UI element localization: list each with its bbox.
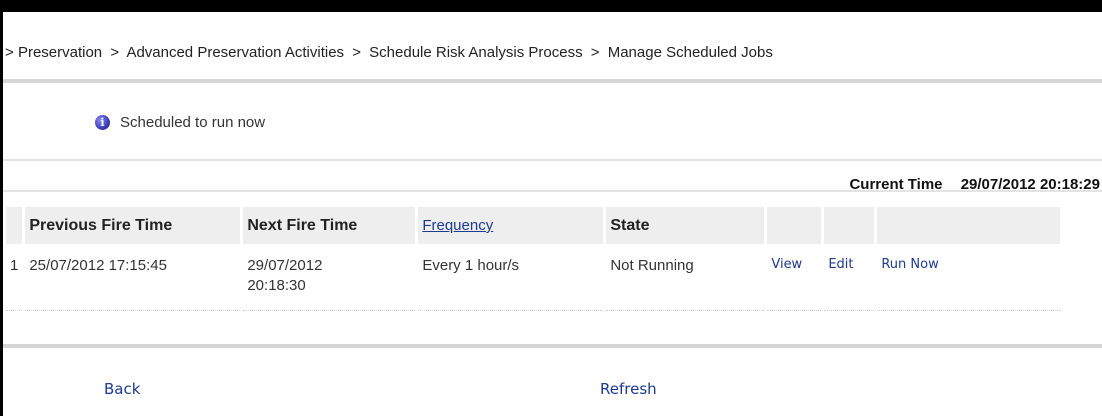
column-header-frequency[interactable]: Frequency bbox=[418, 207, 604, 244]
info-icon: i bbox=[95, 115, 110, 130]
cell-frequency: Every 1 hour/s bbox=[418, 244, 604, 311]
run-now-link[interactable]: Run Now bbox=[877, 244, 1061, 311]
column-header-edit bbox=[824, 207, 875, 244]
divider bbox=[3, 79, 1102, 83]
cell-next-fire-date: 29/07/2012 bbox=[247, 257, 323, 274]
breadcrumb-item-manage-scheduled-jobs: Manage Scheduled Jobs bbox=[607, 44, 773, 61]
divider bbox=[3, 344, 1102, 348]
page-content: > Preservation > Advanced Preservation A… bbox=[3, 12, 1102, 416]
table-row: 1 25/07/2012 17:15:45 29/07/2012 20:18:3… bbox=[6, 244, 1061, 311]
scheduled-jobs-table: Previous Fire Time Next Fire Time Freque… bbox=[3, 207, 1063, 311]
view-link[interactable]: View bbox=[767, 244, 822, 311]
cell-previous-fire-time: 25/07/2012 17:15:45 bbox=[25, 244, 241, 311]
column-header-run-now bbox=[877, 207, 1061, 244]
table-header-row: Previous Fire Time Next Fire Time Freque… bbox=[6, 207, 1061, 244]
breadcrumb-separator: > bbox=[590, 44, 600, 61]
window-top-border bbox=[0, 0, 1102, 12]
column-header-next-fire-time: Next Fire Time bbox=[243, 207, 416, 244]
breadcrumb-separator: > bbox=[110, 44, 120, 61]
status-message-text: Scheduled to run now bbox=[120, 114, 266, 131]
cell-state: Not Running bbox=[606, 244, 765, 311]
cell-next-fire-clock: 20:18:30 bbox=[247, 277, 306, 294]
breadcrumb: > Preservation > Advanced Preservation A… bbox=[5, 44, 773, 61]
cell-next-fire-time: 29/07/2012 20:18:30 bbox=[243, 244, 416, 311]
divider bbox=[3, 159, 1102, 161]
edit-link[interactable]: Edit bbox=[824, 244, 875, 311]
divider bbox=[3, 190, 1102, 192]
breadcrumb-item-schedule-risk-analysis-process[interactable]: Schedule Risk Analysis Process bbox=[369, 44, 582, 61]
breadcrumb-item-preservation[interactable]: Preservation bbox=[18, 44, 102, 61]
column-header-state: State bbox=[606, 207, 765, 244]
breadcrumb-separator: > bbox=[352, 44, 361, 61]
column-header-view bbox=[767, 207, 822, 244]
breadcrumb-item-advanced-preservation-activities[interactable]: Advanced Preservation Activities bbox=[126, 44, 344, 61]
cell-index: 1 bbox=[6, 244, 23, 311]
column-header-previous-fire-time: Previous Fire Time bbox=[25, 207, 241, 244]
back-link[interactable]: Back bbox=[104, 380, 140, 398]
status-message: i Scheduled to run now bbox=[95, 114, 265, 131]
column-header-index bbox=[6, 207, 23, 244]
refresh-link[interactable]: Refresh bbox=[600, 380, 657, 398]
breadcrumb-separator: > bbox=[5, 44, 14, 61]
